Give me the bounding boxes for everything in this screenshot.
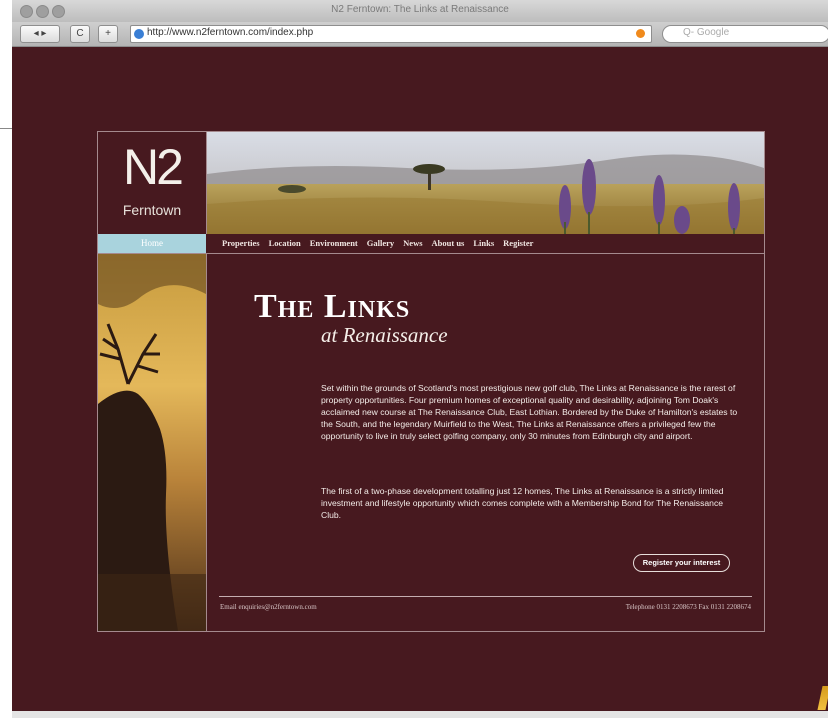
url-text: http://www.n2ferntown.com/index.php: [147, 27, 314, 38]
page-subtitle: at Renaissance: [321, 323, 448, 347]
logo[interactable]: N2 Ferntown: [98, 132, 207, 234]
footer-phone: Telephone 0131 2208673 Fax 0131 2208674: [625, 603, 751, 611]
development-paragraph: The first of a two-phase development tot…: [321, 486, 724, 521]
logo-mark: N2: [123, 139, 184, 195]
main-content: The Links at Renaissance Set within the …: [207, 254, 764, 631]
register-interest-button[interactable]: Register your interest: [633, 554, 730, 572]
desktop-divider: [0, 128, 12, 129]
stag-sidebar-image: [98, 254, 207, 631]
nav-properties[interactable]: Properties: [222, 234, 260, 253]
window-title: N2 Ferntown: The Links at Renaissance: [331, 4, 509, 15]
browser-toolbar: ◂ ▸ C + http://www.n2ferntown.com/index.…: [12, 22, 828, 47]
add-bookmark-button[interactable]: +: [98, 25, 118, 43]
page-title: The Links: [254, 288, 411, 325]
nav-home[interactable]: Home: [98, 234, 206, 253]
site-globe-icon: [134, 29, 144, 39]
nav-items: Properties Location Environment Gallery …: [222, 234, 533, 253]
search-placeholder: Q- Google: [683, 27, 730, 38]
nav-news[interactable]: News: [403, 234, 422, 253]
header-banner-image: [207, 132, 764, 234]
footer-email[interactable]: Email enquiries@n2ferntown.com: [220, 603, 317, 611]
nav-location[interactable]: Location: [269, 234, 301, 253]
back-forward-buttons[interactable]: ◂ ▸: [20, 25, 60, 43]
logo-text: Ferntown: [122, 202, 182, 218]
rss-icon[interactable]: [636, 29, 645, 38]
nav-register[interactable]: Register: [503, 234, 533, 253]
nav-gallery[interactable]: Gallery: [367, 234, 394, 253]
nav-about[interactable]: About us: [432, 234, 465, 253]
main-nav: Home Properties Location Environment Gal…: [98, 234, 764, 254]
browser-titlebar: N2 Ferntown: The Links at Renaissance: [12, 0, 828, 23]
intro-paragraph: Set within the grounds of Scotland's mos…: [321, 383, 738, 442]
status-strip: [12, 711, 828, 718]
site-container: N2 Ferntown Home Properties Location Env…: [97, 131, 765, 632]
nav-links[interactable]: Links: [473, 234, 494, 253]
footer-divider: [219, 596, 752, 597]
reload-button[interactable]: C: [70, 25, 90, 43]
search-field[interactable]: Q- Google: [662, 25, 828, 43]
address-bar[interactable]: http://www.n2ferntown.com/index.php: [130, 25, 652, 43]
nav-environment[interactable]: Environment: [310, 234, 358, 253]
